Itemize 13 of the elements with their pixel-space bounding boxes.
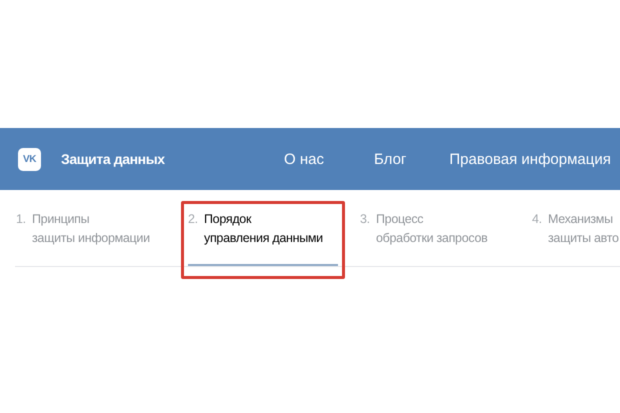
step-number: 4.: [532, 211, 543, 228]
step-tab[interactable]: Процесс обработки запросов: [376, 210, 488, 248]
step-number: 1.: [16, 211, 27, 228]
step-tab[interactable]: Порядок управления данными: [204, 210, 323, 248]
step-number: 3.: [360, 211, 371, 228]
step-tab[interactable]: Принципы защиты информации: [32, 210, 150, 248]
logo[interactable]: VK: [18, 148, 41, 170]
site-title: Защита данных: [61, 151, 166, 167]
nav-link[interactable]: О нас: [284, 150, 324, 168]
step-tab[interactable]: Механизмы защиты авто: [548, 210, 619, 248]
step-number: 2.: [188, 211, 199, 228]
nav-link[interactable]: Правовая информация: [449, 150, 611, 168]
nav-link[interactable]: Блог: [374, 150, 406, 168]
